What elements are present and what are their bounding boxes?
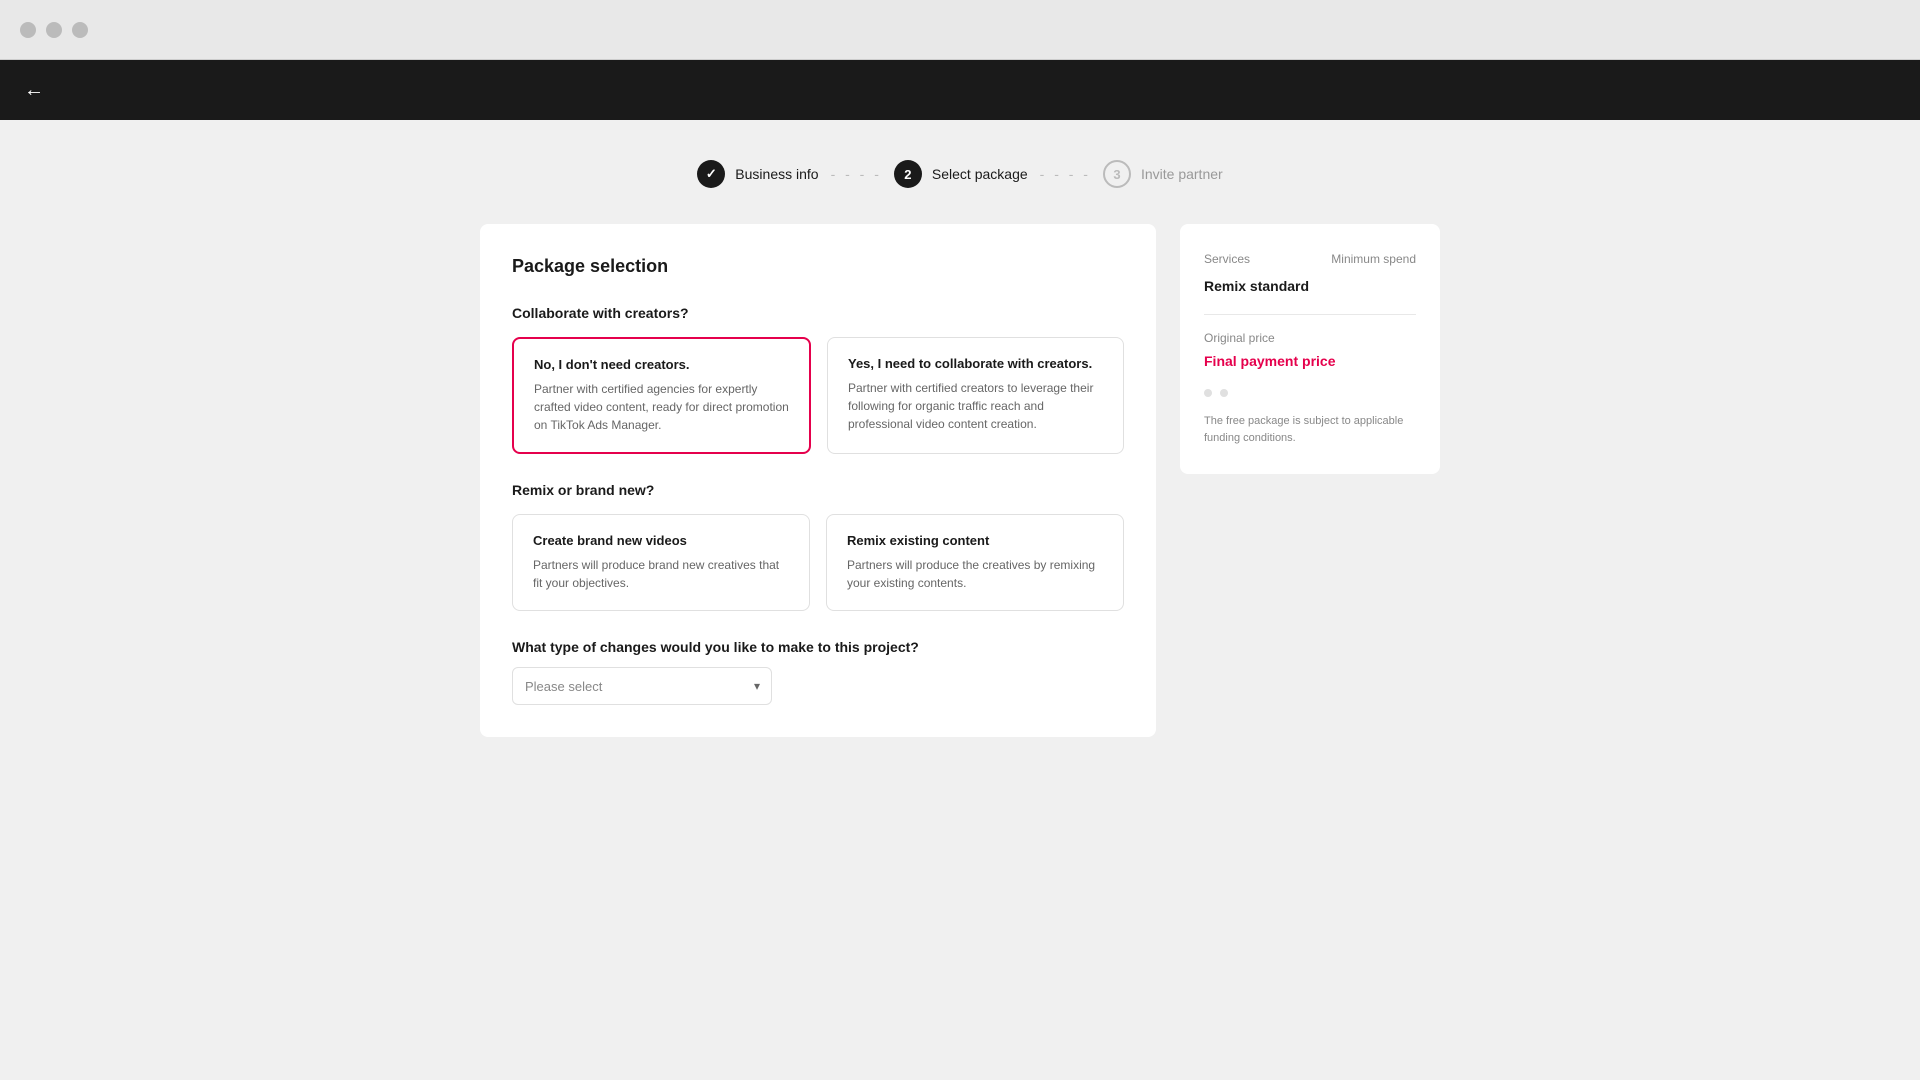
option-remix-existing[interactable]: Remix existing content Partners will pro… bbox=[826, 514, 1124, 611]
services-col-label: Services bbox=[1204, 252, 1250, 266]
step-number-3: 3 bbox=[1113, 167, 1120, 182]
option-brand-new-desc: Partners will produce brand new creative… bbox=[533, 556, 789, 592]
option-brand-new[interactable]: Create brand new videos Partners will pr… bbox=[512, 514, 810, 611]
back-button[interactable]: ← bbox=[24, 79, 44, 102]
step-label-3: Invite partner bbox=[1141, 166, 1223, 182]
step-select-package: 2 Select package bbox=[894, 160, 1028, 188]
browser-dot-3 bbox=[72, 22, 88, 38]
card-title: Package selection bbox=[512, 256, 1124, 277]
option-yes-creators[interactable]: Yes, I need to collaborate with creators… bbox=[827, 337, 1124, 454]
browser-dots bbox=[20, 22, 88, 38]
service-name: Remix standard bbox=[1204, 278, 1416, 294]
option-remix-existing-desc: Partners will produce the creatives by r… bbox=[847, 556, 1103, 592]
section2-title: Remix or brand new? bbox=[512, 482, 1124, 498]
option-no-creators-title: No, I don't need creators. bbox=[534, 357, 789, 372]
creators-options-row: No, I don't need creators. Partner with … bbox=[512, 337, 1124, 454]
changes-type-select[interactable]: Please select bbox=[512, 667, 772, 705]
main-content: ✓ Business info - - - - 2 Select package… bbox=[0, 120, 1920, 1080]
dot2 bbox=[1220, 389, 1228, 397]
step-circle-3: 3 bbox=[1103, 160, 1131, 188]
option-yes-creators-title: Yes, I need to collaborate with creators… bbox=[848, 356, 1103, 371]
browser-dot-1 bbox=[20, 22, 36, 38]
option-yes-creators-desc: Partner with certified creators to lever… bbox=[848, 379, 1103, 433]
dot1 bbox=[1204, 389, 1212, 397]
step-connector-2: - - - - bbox=[1040, 166, 1091, 182]
min-spend-col-label: Minimum spend bbox=[1331, 252, 1416, 266]
dropdown-wrapper: Please select ▾ bbox=[512, 667, 772, 705]
step-business-info: ✓ Business info bbox=[697, 160, 818, 188]
step-number-2: 2 bbox=[904, 167, 911, 182]
stepper: ✓ Business info - - - - 2 Select package… bbox=[60, 160, 1860, 188]
nav-bar: ← bbox=[0, 60, 1920, 120]
step-check-icon: ✓ bbox=[706, 166, 717, 182]
summary-divider bbox=[1204, 314, 1416, 315]
option-no-creators[interactable]: No, I don't need creators. Partner with … bbox=[512, 337, 811, 454]
option-no-creators-desc: Partner with certified agencies for expe… bbox=[534, 380, 789, 434]
summary-dots bbox=[1204, 389, 1416, 397]
package-selection-card: Package selection Collaborate with creat… bbox=[480, 224, 1156, 737]
step-label-1: Business info bbox=[735, 166, 818, 182]
step-circle-1: ✓ bbox=[697, 160, 725, 188]
section1-title: Collaborate with creators? bbox=[512, 305, 1124, 321]
content-layout: Package selection Collaborate with creat… bbox=[480, 224, 1440, 737]
summary-note: The free package is subject to applicabl… bbox=[1204, 413, 1416, 446]
browser-dot-2 bbox=[46, 22, 62, 38]
step-invite-partner: 3 Invite partner bbox=[1103, 160, 1223, 188]
summary-header: Services Minimum spend bbox=[1204, 252, 1416, 266]
browser-chrome bbox=[0, 0, 1920, 60]
summary-card: Services Minimum spend Remix standard Or… bbox=[1180, 224, 1440, 474]
option-brand-new-title: Create brand new videos bbox=[533, 533, 789, 548]
original-price-label: Original price bbox=[1204, 331, 1416, 345]
dropdown-label: What type of changes would you like to m… bbox=[512, 639, 1124, 655]
remix-options-row: Create brand new videos Partners will pr… bbox=[512, 514, 1124, 611]
option-remix-existing-title: Remix existing content bbox=[847, 533, 1103, 548]
step-connector-1: - - - - bbox=[831, 166, 882, 182]
step-circle-2: 2 bbox=[894, 160, 922, 188]
final-price-label: Final payment price bbox=[1204, 353, 1416, 369]
step-label-2: Select package bbox=[932, 166, 1028, 182]
